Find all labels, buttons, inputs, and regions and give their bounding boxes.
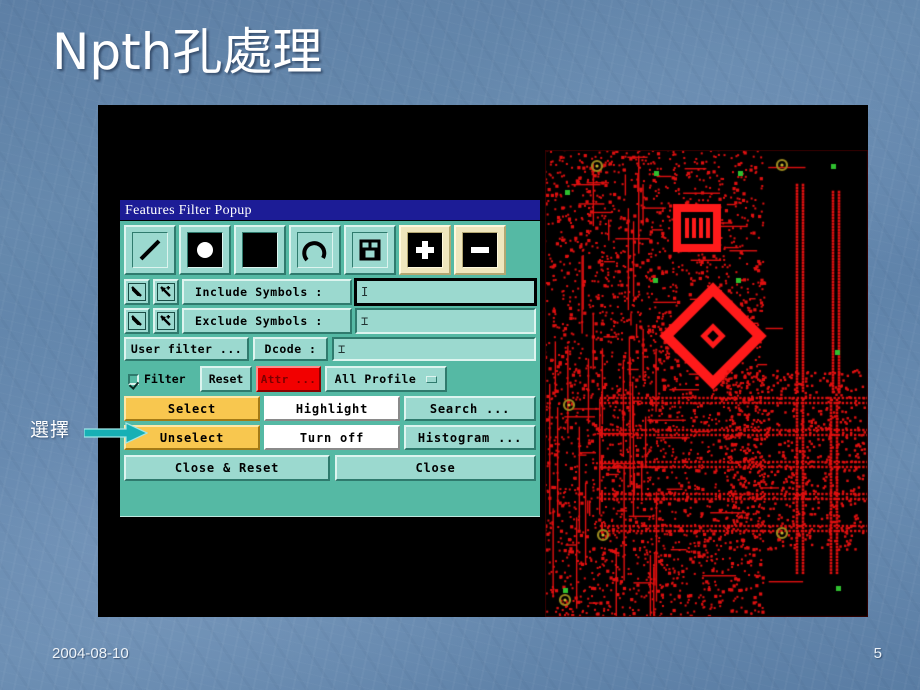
text-icon — [352, 232, 388, 268]
text-caret-icon: I — [361, 285, 369, 299]
dcode-label[interactable]: Dcode : — [253, 337, 328, 361]
filter-checkbox-label: Filter — [144, 372, 186, 386]
footer-date: 2004-08-10 — [52, 645, 129, 662]
text-caret-icon: ⌶ — [361, 314, 369, 328]
filter-options-row: Filter Reset Attr ... All Profile — [124, 366, 536, 392]
attr-button[interactable]: Attr ... — [256, 366, 321, 392]
search-button[interactable]: Search ... — [404, 396, 536, 421]
surface-tool-button[interactable] — [234, 225, 286, 275]
profile-option-menu[interactable]: All Profile — [325, 366, 447, 392]
arc-icon — [297, 232, 333, 268]
option-menu-indicator-icon — [426, 375, 438, 383]
turn-off-button[interactable]: Turn off — [264, 425, 400, 450]
exclude-symbols-row: Exclude Symbols : ⌶ — [124, 308, 536, 334]
exclude-pick-add-button[interactable] — [153, 308, 179, 334]
line-icon — [132, 232, 168, 268]
cam-board-view[interactable] — [545, 150, 868, 617]
include-symbols-input[interactable]: I — [355, 279, 536, 305]
annotation-label: 選擇 — [30, 419, 71, 441]
exclude-symbols-label[interactable]: Exclude Symbols : — [182, 308, 352, 334]
line-tool-button[interactable] — [124, 225, 176, 275]
action-row-primary: Select Highlight Search ... — [124, 396, 536, 421]
text-tool-button[interactable] — [344, 225, 396, 275]
arrow-pick-icon — [128, 283, 146, 301]
close-and-reset-button[interactable]: Close & Reset — [124, 455, 330, 481]
surface-icon — [242, 232, 278, 268]
action-row-secondary: Unselect Turn off Histogram ... — [124, 425, 536, 450]
user-filter-button[interactable]: User filter ... — [124, 337, 249, 361]
annotation-arrow-icon — [84, 422, 148, 444]
feature-type-toolbar — [124, 225, 536, 275]
cam-board-canvas[interactable] — [545, 150, 868, 617]
reset-button[interactable]: Reset — [200, 366, 252, 392]
highlight-button[interactable]: Highlight — [264, 396, 400, 421]
add-feature-button[interactable] — [399, 225, 451, 275]
profile-option-label: All Profile — [334, 372, 417, 386]
arrow-pick-add-icon — [157, 283, 175, 301]
page-title: Npth孔處理 — [52, 23, 323, 81]
dialog-close-row: Close & Reset Close — [124, 455, 536, 481]
features-filter-popup-dialog[interactable]: Features Filter Popup Include Symbols: … — [118, 198, 542, 519]
exclude-symbols-input[interactable]: ⌶ — [355, 308, 536, 334]
text-caret-icon: ⌶ — [338, 342, 346, 356]
minus-icon — [462, 232, 498, 268]
embedded-screenshot: Features Filter Popup Include Symbols: … — [98, 105, 868, 617]
exclude-pick-button[interactable] — [124, 308, 150, 334]
plus-icon — [407, 232, 443, 268]
arrow-pick-add-icon — [157, 312, 175, 330]
pad-icon — [187, 232, 223, 268]
dialog-titlebar[interactable]: Features Filter Popup — [120, 200, 540, 221]
checkbox-checked-icon[interactable] — [128, 373, 139, 385]
close-button[interactable]: Close — [335, 455, 536, 481]
histogram-button[interactable]: Histogram ... — [404, 425, 536, 450]
footer-page-number: 5 — [873, 645, 882, 662]
dialog-body: Include Symbols : I Exclude Symbols: ⌶ … — [120, 221, 540, 516]
select-button[interactable]: Select — [124, 396, 260, 421]
filter-checkbox[interactable]: Filter — [124, 366, 196, 392]
remove-feature-button[interactable] — [454, 225, 506, 275]
include-pick-button[interactable] — [124, 279, 150, 305]
include-symbols-row: Include Symbols : I — [124, 279, 536, 305]
pad-tool-button[interactable] — [179, 225, 231, 275]
user-filter-row: User filter ... Dcode : ⌶ — [124, 337, 536, 361]
include-symbols-label[interactable]: Include Symbols : — [182, 279, 352, 305]
arrow-pick-icon — [128, 312, 146, 330]
include-pick-add-button[interactable] — [153, 279, 179, 305]
arc-tool-button[interactable] — [289, 225, 341, 275]
dcode-input[interactable]: ⌶ — [332, 337, 536, 361]
